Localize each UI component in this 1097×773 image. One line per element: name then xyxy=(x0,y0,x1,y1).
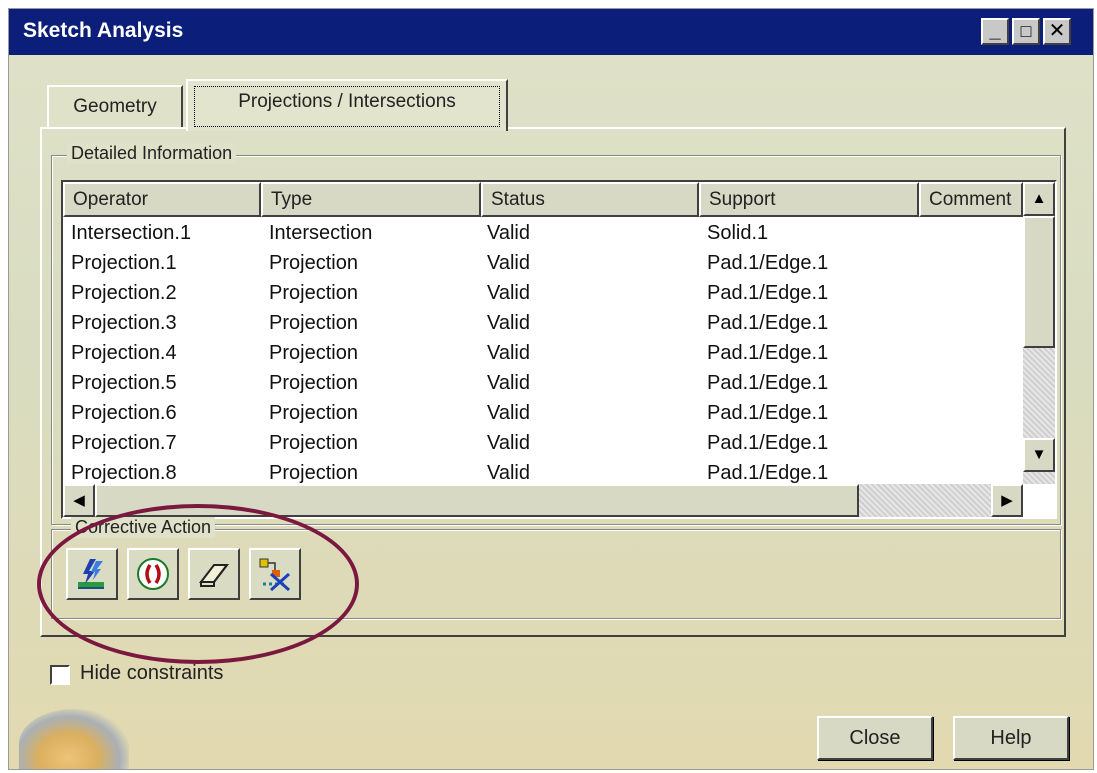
cell-support: Pad.1/Edge.1 xyxy=(707,252,829,274)
cell-type: Intersection xyxy=(269,222,373,244)
cell-status: Valid xyxy=(487,432,530,454)
cell-status: Valid xyxy=(487,222,530,244)
tab-projections-intersections[interactable]: Projections / Intersections xyxy=(186,79,508,131)
cell-support: Pad.1/Edge.1 xyxy=(707,372,829,394)
hide-constraints-checkbox[interactable] xyxy=(50,665,70,685)
column-header-status[interactable]: Status xyxy=(481,182,699,217)
cell-operator: Projection.4 xyxy=(71,342,177,364)
table-row[interactable]: Projection.1 Projection Valid Pad.1/Edge… xyxy=(63,248,1023,278)
scroll-up-arrow-icon[interactable]: ▲ xyxy=(1023,182,1055,216)
maximize-button[interactable]: □ xyxy=(1012,18,1040,45)
close-window-button[interactable]: ✕ xyxy=(1043,18,1071,45)
cell-type: Projection xyxy=(269,372,358,394)
cell-status: Valid xyxy=(487,312,530,334)
table-row[interactable]: Intersection.1 Intersection Valid Solid.… xyxy=(63,218,1023,248)
scroll-left-arrow-icon[interactable]: ◀ xyxy=(63,484,95,517)
table-row[interactable]: Projection.5 Projection Valid Pad.1/Edge… xyxy=(63,368,1023,398)
cell-operator: Projection.3 xyxy=(71,312,177,334)
scroll-down-arrow-icon[interactable]: ▼ xyxy=(1023,438,1055,472)
table-row[interactable]: Projection.7 Projection Valid Pad.1/Edge… xyxy=(63,428,1023,458)
cell-support: Pad.1/Edge.1 xyxy=(707,432,829,454)
cell-status: Valid xyxy=(487,252,530,274)
catia-globe-logo xyxy=(19,709,129,769)
column-header-operator[interactable]: Operator xyxy=(63,182,261,217)
cell-status: Valid xyxy=(487,342,530,364)
cell-type: Projection xyxy=(269,402,358,424)
tab-label: Geometry xyxy=(73,96,157,117)
detailed-information-label: Detailed Information xyxy=(67,143,237,164)
column-header-support[interactable]: Support xyxy=(699,182,919,217)
close-button[interactable]: Close xyxy=(817,716,933,760)
help-button[interactable]: Help xyxy=(953,716,1069,760)
table-row[interactable]: Projection.2 Projection Valid Pad.1/Edge… xyxy=(63,278,1023,308)
cell-type: Projection xyxy=(269,282,358,304)
cell-support: Pad.1/Edge.1 xyxy=(707,282,829,304)
column-header-type[interactable]: Type xyxy=(261,182,481,217)
table-row[interactable]: Projection.6 Projection Valid Pad.1/Edge… xyxy=(63,398,1023,428)
cell-operator: Projection.5 xyxy=(71,372,177,394)
cell-operator: Projection.2 xyxy=(71,282,177,304)
tab-geometry[interactable]: Geometry xyxy=(47,85,183,129)
window-title: Sketch Analysis xyxy=(23,19,184,42)
vertical-scroll-thumb[interactable] xyxy=(1023,216,1055,348)
scroll-right-arrow-icon[interactable]: ▶ xyxy=(991,484,1023,517)
cell-type: Projection xyxy=(269,312,358,334)
detailed-information-list[interactable]: Operator Type Status Support Comment Int… xyxy=(61,180,1057,519)
cell-status: Valid xyxy=(487,282,530,304)
cell-support: Pad.1/Edge.1 xyxy=(707,312,829,334)
cell-type: Projection xyxy=(269,432,358,454)
cell-operator: Projection.6 xyxy=(71,402,177,424)
cell-support: Solid.1 xyxy=(707,222,769,244)
cell-support: Pad.1/Edge.1 xyxy=(707,402,829,424)
title-bar[interactable]: Sketch Analysis _ □ ✕ xyxy=(9,9,1093,55)
minimize-button[interactable]: _ xyxy=(981,18,1009,45)
tab-label: Projections / Intersections xyxy=(194,86,500,127)
column-header-comment[interactable]: Comment xyxy=(919,182,1023,217)
cell-status: Valid xyxy=(487,402,530,424)
highlight-circle xyxy=(37,504,359,664)
hide-constraints-label: Hide constraints xyxy=(80,662,224,684)
cell-type: Projection xyxy=(269,342,358,364)
table-row[interactable]: Projection.4 Projection Valid Pad.1/Edge… xyxy=(63,338,1023,368)
table-row[interactable]: Projection.3 Projection Valid Pad.1/Edge… xyxy=(63,308,1023,338)
cell-operator: Projection.1 xyxy=(71,252,177,274)
vertical-scrollbar[interactable]: ▲ ▼ xyxy=(1023,182,1055,484)
cell-operator: Projection.7 xyxy=(71,432,177,454)
sketch-analysis-dialog: Sketch Analysis _ □ ✕ Geometry Projectio… xyxy=(8,8,1094,770)
cell-status: Valid xyxy=(487,372,530,394)
cell-support: Pad.1/Edge.1 xyxy=(707,342,829,364)
cell-type: Projection xyxy=(269,252,358,274)
cell-operator: Intersection.1 xyxy=(71,222,192,244)
